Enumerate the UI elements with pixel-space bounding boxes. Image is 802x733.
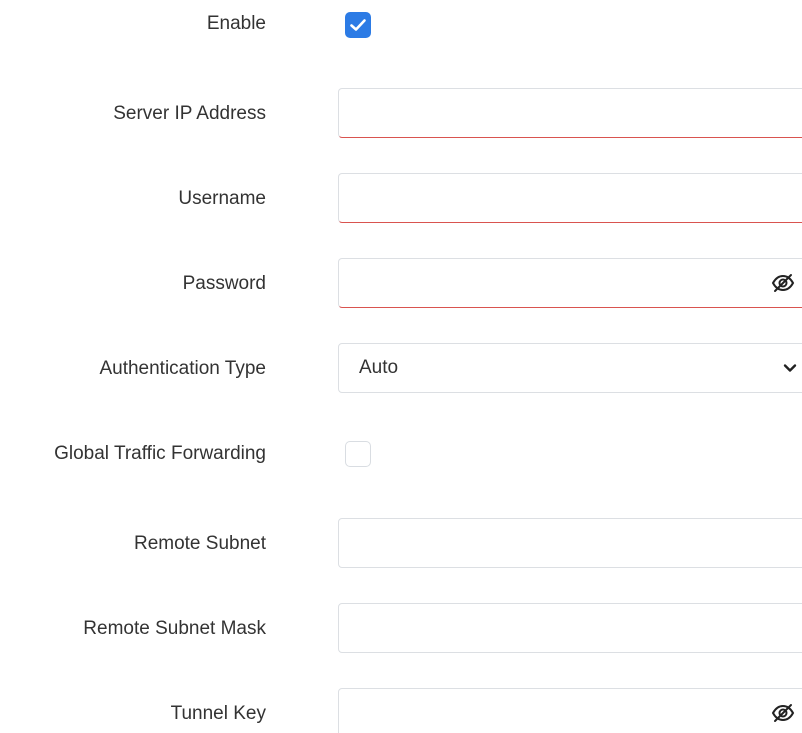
username-field[interactable] <box>338 173 802 223</box>
password-input[interactable] <box>339 259 802 307</box>
password-label: Password <box>182 273 266 294</box>
tunnel-key-field[interactable] <box>338 688 802 733</box>
pptp-client-form: Enable Server IP Address Username Passwo… <box>0 0 802 733</box>
remote-subnet-input[interactable] <box>339 519 802 567</box>
eye-slash-icon[interactable] <box>771 703 795 723</box>
eye-slash-icon[interactable] <box>771 273 795 293</box>
username-label: Username <box>178 188 266 209</box>
remote-subnet-mask-label: Remote Subnet Mask <box>83 618 266 639</box>
auth-type-label: Authentication Type <box>99 358 266 379</box>
global-forwarding-checkbox[interactable] <box>345 441 371 467</box>
remote-subnet-mask-field[interactable] <box>338 603 802 653</box>
enable-label: Enable <box>206 13 266 34</box>
server-ip-input[interactable] <box>339 89 802 137</box>
tunnel-key-label: Tunnel Key <box>170 703 266 724</box>
auth-type-selected-value: Auto <box>359 357 399 378</box>
enable-checkbox[interactable] <box>345 12 371 38</box>
auth-type-select[interactable]: Auto <box>338 343 802 393</box>
password-field[interactable] <box>338 258 802 308</box>
server-ip-label: Server IP Address <box>113 103 266 124</box>
username-input[interactable] <box>339 174 802 222</box>
global-forwarding-label: Global Traffic Forwarding <box>54 443 266 464</box>
remote-subnet-label: Remote Subnet <box>133 533 266 554</box>
checkmark-icon <box>350 19 366 31</box>
remote-subnet-field[interactable] <box>338 518 802 568</box>
remote-subnet-mask-input[interactable] <box>339 604 802 652</box>
server-ip-field[interactable] <box>338 88 802 138</box>
chevron-down-icon <box>783 364 797 372</box>
tunnel-key-input[interactable] <box>339 689 802 733</box>
